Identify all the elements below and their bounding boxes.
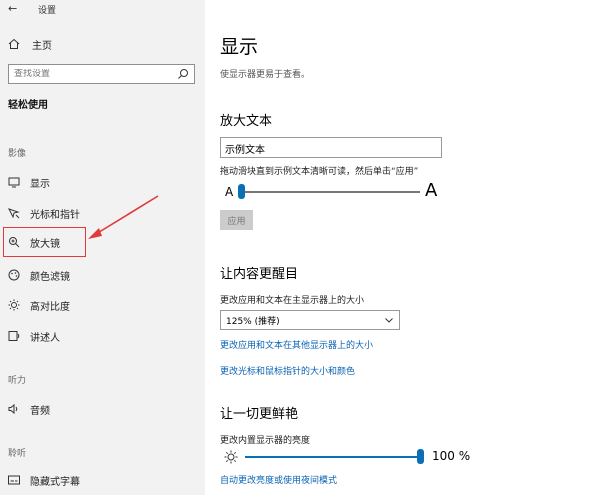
caption-icon: [8, 474, 20, 486]
small-a-label: A: [225, 185, 234, 199]
sidebar-group-label: 聆听: [8, 449, 27, 459]
large-a-label: A: [425, 180, 438, 201]
sidebar-item-label: 光标和指针: [30, 209, 80, 221]
enlarge-text-instruction: 拖动滑块直到示例文本清晰可读，然后单击“应用”: [220, 167, 419, 177]
page-title: 显示: [220, 36, 259, 58]
sidebar-item-label: 显示: [30, 178, 50, 190]
other-displays-size-link[interactable]: 更改应用和文本在其他显示器上的大小: [220, 338, 373, 351]
apply-button[interactable]: 应用: [220, 210, 253, 230]
sidebar-home[interactable]: 主页: [8, 36, 52, 52]
sidebar-item-cursor[interactable]: 光标和指针: [0, 200, 205, 226]
auto-brightness-link[interactable]: 自动更改亮度或使用夜间模式: [220, 473, 337, 486]
brightness-sun-icon: [224, 449, 238, 464]
sidebar-item-label: 隐藏式字幕: [30, 476, 80, 488]
brightness-label: 更改内置显示器的亮度: [220, 436, 311, 446]
cursor-icon: [8, 207, 20, 219]
chevron-down-icon: [384, 315, 394, 325]
brighter-heading: 让一切更鲜艳: [220, 407, 299, 422]
sidebar-group-label: 影像: [8, 149, 27, 159]
text-size-slider-thumb[interactable]: [238, 184, 245, 199]
scale-dropdown[interactable]: 125% (推荐): [220, 310, 400, 330]
sidebar-section-title: 轻松使用: [8, 100, 48, 111]
sidebar-item-audio[interactable]: 音频: [0, 396, 205, 422]
home-icon: [8, 38, 20, 50]
page-subtitle: 使显示器更易于查看。: [220, 70, 311, 80]
search-icon[interactable]: [177, 68, 189, 80]
monitor-icon: [8, 176, 20, 188]
brightness-slider-thumb[interactable]: [417, 449, 424, 464]
sidebar-item-label: 高对比度: [30, 301, 70, 313]
narrator-icon: [8, 330, 20, 342]
sidebar-item-color-filters[interactable]: 颜色滤镜: [0, 262, 205, 288]
cursor-size-color-link[interactable]: 更改光标和鼠标指针的大小和颜色: [220, 364, 355, 377]
magnifier-highlight-box: [3, 227, 86, 257]
brightness-value: 100 %: [432, 449, 471, 463]
sidebar-item-label: 讲述人: [30, 332, 60, 344]
sidebar-item-display[interactable]: 显示: [0, 169, 205, 195]
sidebar-item-high-contrast[interactable]: 高对比度: [0, 292, 205, 318]
sidebar-item-captions[interactable]: 隐藏式字幕: [0, 467, 205, 493]
make-prominent-heading: 让内容更醒目: [220, 267, 299, 282]
palette-icon: [8, 269, 20, 281]
search-box[interactable]: [8, 64, 195, 84]
sample-text-box: 示例文本: [220, 137, 442, 158]
contrast-icon: [8, 299, 20, 311]
scale-dropdown-value: 125% (推荐): [226, 316, 280, 327]
sidebar-item-label: 颜色滤镜: [30, 271, 70, 283]
sidebar-item-narrator[interactable]: 讲述人: [0, 323, 205, 349]
back-arrow-icon[interactable]: ←: [8, 2, 17, 15]
brightness-slider-track[interactable]: [245, 456, 424, 458]
sidebar-item-label: 音频: [30, 405, 50, 417]
scale-label: 更改应用和文本在主显示器上的大小: [220, 296, 365, 306]
speaker-icon: [8, 403, 20, 415]
text-size-slider-track[interactable]: [238, 191, 420, 193]
window-title: 设置: [38, 6, 57, 16]
search-input[interactable]: [14, 69, 177, 79]
enlarge-text-heading: 放大文本: [220, 114, 273, 129]
main-panel: 显示 使显示器更易于查看。 放大文本 示例文本 拖动滑块直到示例文本清晰可读，然…: [205, 0, 598, 495]
sidebar-home-label: 主页: [32, 40, 52, 52]
sidebar-group-label: 听力: [8, 376, 27, 386]
